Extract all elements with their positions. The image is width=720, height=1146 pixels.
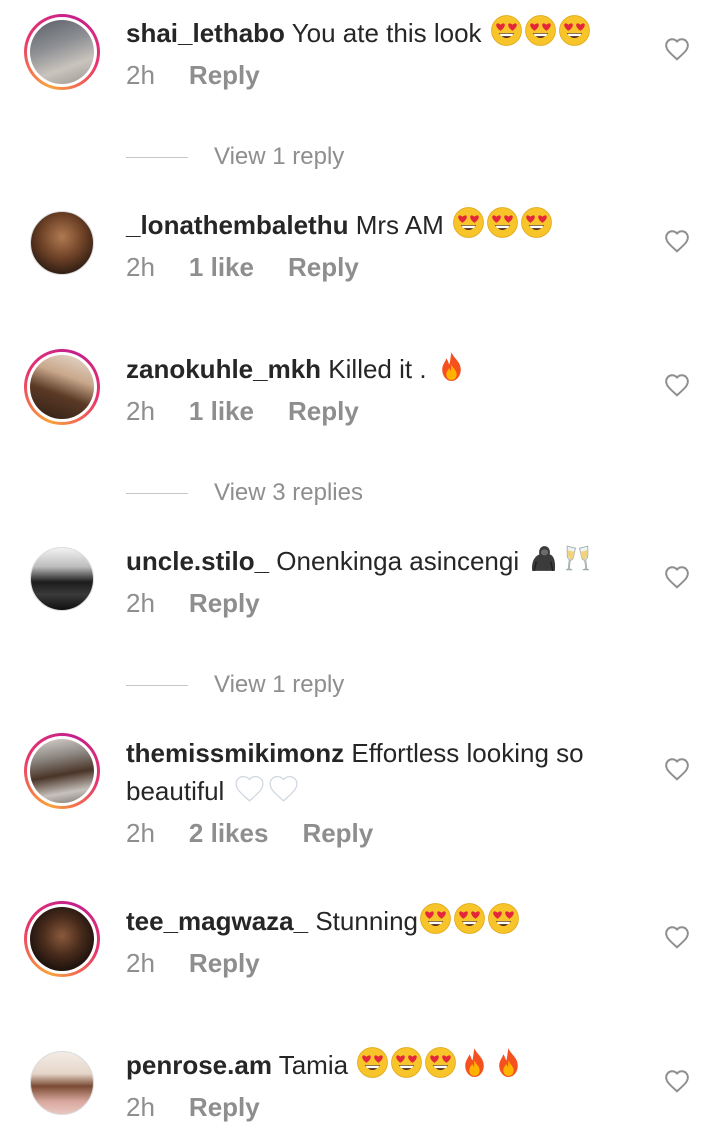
avatar[interactable] [24, 901, 100, 977]
like-heart-icon[interactable] [664, 373, 690, 397]
likes-count[interactable]: 2 likes [189, 818, 269, 849]
comment-text: Stunning [315, 906, 418, 936]
reply-button[interactable]: Reply [288, 396, 359, 427]
comment-time: 2h [126, 252, 155, 282]
comment-username[interactable]: shai_lethabo [126, 18, 285, 48]
comment-time: 2h [126, 60, 155, 90]
heart-eyes-emoji-icon [521, 207, 552, 238]
like-heart-icon[interactable] [664, 229, 690, 253]
like-heart-icon[interactable] [664, 37, 690, 61]
comment-username[interactable]: themissmikimonz [126, 738, 344, 768]
heart-eyes-emoji-icon [524, 15, 556, 46]
comment-username[interactable]: _lonathembalethu [126, 210, 348, 240]
view-replies-label: View 3 replies [214, 479, 363, 506]
divider-line [126, 684, 188, 686]
likes-count[interactable]: 1 like [189, 252, 254, 283]
view-replies-button[interactable]: View 3 replies [126, 478, 363, 508]
comment-username[interactable]: uncle.stilo_ [126, 546, 269, 576]
reply-button[interactable]: Reply [189, 588, 260, 619]
comment-time: 2h [126, 1092, 155, 1122]
view-replies-button[interactable]: View 1 reply [126, 142, 344, 172]
heart-eyes-emoji-icon [558, 15, 590, 46]
emoji-group [232, 776, 300, 806]
comment-time: 2h [126, 588, 155, 618]
emoji-group [489, 15, 591, 48]
like-heart-icon[interactable] [664, 565, 690, 589]
emoji-group [526, 545, 594, 576]
white-heart-emoji-icon [269, 776, 298, 802]
divider-line [126, 156, 188, 158]
reply-button[interactable]: Reply [189, 60, 260, 91]
comment-time: 2h [126, 948, 155, 978]
gorilla-emoji-icon [532, 546, 556, 572]
comment-text: Mrs AM [355, 210, 444, 240]
white-heart-emoji-icon [235, 776, 264, 802]
heart-eyes-emoji-icon [425, 1047, 457, 1078]
comment-time: 2h [126, 396, 155, 426]
avatar-photo [30, 355, 94, 419]
reply-button[interactable]: Reply [189, 948, 260, 979]
fire-emoji-icon [442, 352, 461, 381]
comment-username[interactable]: penrose.am [126, 1050, 272, 1080]
heart-eyes-emoji-icon [454, 903, 485, 934]
emoji-group [355, 1047, 525, 1080]
reply-button[interactable]: Reply [288, 252, 359, 283]
view-replies-label: View 1 reply [214, 671, 345, 698]
emoji-group [434, 352, 468, 384]
view-replies-label: View 1 reply [214, 143, 345, 170]
avatar-photo [30, 20, 94, 84]
fire-emoji-icon [499, 1048, 519, 1077]
reply-button[interactable]: Reply [302, 818, 373, 849]
like-heart-icon[interactable] [664, 1069, 690, 1093]
divider-line [126, 492, 188, 494]
avatar-photo [30, 739, 94, 803]
avatar[interactable] [24, 14, 100, 90]
comment-meta: 2h Reply [126, 588, 631, 619]
avatar[interactable] [24, 541, 100, 617]
reply-button[interactable]: Reply [189, 1092, 260, 1123]
comment-username[interactable]: tee_magwaza_ [126, 906, 308, 936]
heart-eyes-emoji-icon [490, 15, 522, 46]
emoji-group [451, 207, 553, 240]
comment-meta: 2h Reply [126, 948, 631, 979]
comment-text: Killed it . [328, 354, 427, 384]
view-replies-button[interactable]: View 1 reply [126, 670, 344, 700]
emoji-group [418, 903, 520, 936]
likes-count[interactable]: 1 like [189, 396, 254, 427]
heart-eyes-emoji-icon [487, 207, 518, 238]
fire-emoji-icon [465, 1048, 485, 1077]
like-heart-icon[interactable] [664, 925, 690, 949]
comment-text: Onenkinga asincengi [276, 546, 520, 576]
comment-username[interactable]: zanokuhle_mkh [126, 354, 321, 384]
heart-eyes-emoji-icon [453, 207, 484, 238]
avatar-photo [30, 547, 94, 611]
comment-meta: 2h Reply [126, 60, 631, 91]
avatar-photo [30, 211, 94, 275]
avatar[interactable] [24, 205, 100, 281]
avatar-photo [30, 1051, 94, 1115]
avatar-photo [30, 907, 94, 971]
avatar[interactable] [24, 1045, 100, 1121]
comment-meta: 2h 1 like Reply [126, 396, 631, 427]
heart-eyes-emoji-icon [420, 903, 451, 934]
comment-time: 2h [126, 818, 155, 848]
comment-text: You ate this look [291, 18, 482, 48]
heart-eyes-emoji-icon [357, 1047, 389, 1078]
comment-text: Tamia [278, 1050, 349, 1080]
comment-meta: 2h Reply [126, 1092, 631, 1123]
like-heart-icon[interactable] [664, 757, 690, 781]
heart-eyes-emoji-icon [391, 1047, 423, 1078]
avatar[interactable] [24, 733, 100, 809]
comment-meta: 2h 2 likes Reply [126, 818, 631, 849]
champagne-glasses-emoji-icon [566, 545, 590, 571]
comment-meta: 2h 1 like Reply [126, 252, 631, 283]
avatar[interactable] [24, 349, 100, 425]
heart-eyes-emoji-icon [488, 903, 519, 934]
